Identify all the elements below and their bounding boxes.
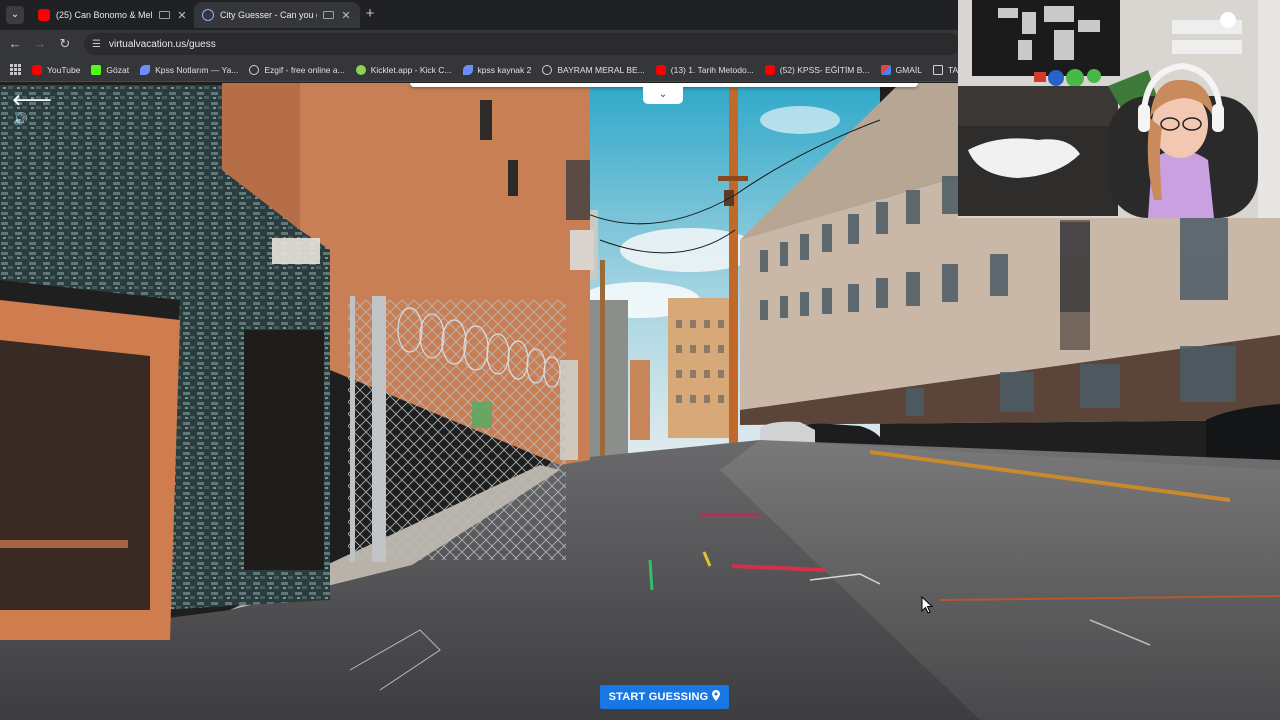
tab-youtube-video[interactable]: (25) Can Bonomo & Melike ✕ bbox=[30, 2, 196, 28]
bookmark-label: Kpss Notlarım — Ya... bbox=[155, 64, 239, 75]
bookmark-label: BAYRAM MERAL BE... bbox=[557, 64, 645, 75]
globe-icon bbox=[249, 64, 260, 75]
bookmark-kpss-kaynak[interactable]: kpss kaynak 2 bbox=[462, 64, 532, 75]
close-tab-icon[interactable]: ✕ bbox=[340, 9, 352, 22]
apps-grid-icon[interactable] bbox=[10, 64, 21, 75]
bookmark-kpss-notlarim[interactable]: Kpss Notlarım — Ya... bbox=[140, 64, 239, 75]
bookmark-label: GMAİL bbox=[895, 64, 922, 75]
bookmark-kpss-egitim[interactable]: (52) KPSS- EĞİTİM B... bbox=[764, 64, 870, 75]
map-pin-icon bbox=[712, 690, 721, 704]
webcam-feed-image bbox=[958, 0, 1280, 218]
kick-icon bbox=[91, 64, 102, 75]
tab-search-chevron-icon[interactable]: ⌄ bbox=[6, 6, 24, 24]
folder-icon bbox=[932, 64, 943, 75]
forward-arrow-icon[interactable]: → bbox=[32, 36, 48, 52]
picture-in-picture-icon bbox=[323, 11, 334, 19]
youtube-icon bbox=[764, 64, 775, 75]
bookmark-label: YouTube bbox=[47, 64, 81, 75]
globe-icon bbox=[542, 64, 553, 75]
picture-in-picture-icon bbox=[159, 11, 170, 19]
tab-title: (25) Can Bonomo & Melike bbox=[56, 10, 153, 20]
close-tab-icon[interactable]: ✕ bbox=[176, 9, 188, 22]
kicklet-icon bbox=[355, 64, 366, 75]
bookmark-tarih-metodo[interactable]: (13) 1. Tarih Metodo... bbox=[655, 64, 754, 75]
bookmark-gmail[interactable]: GMAİL bbox=[880, 64, 922, 75]
address-bar[interactable]: ☰ virtualvacation.us/guess bbox=[84, 33, 960, 55]
tab-city-guesser[interactable]: City Guesser - Can you gue ✕ bbox=[194, 2, 360, 28]
bookmark-bayram-meral[interactable]: BAYRAM MERAL BE... bbox=[542, 64, 645, 75]
expand-panel-chevron-icon[interactable]: ⌄ bbox=[643, 86, 683, 104]
bookmark-label: Gözat bbox=[106, 64, 130, 75]
speaker-icon[interactable]: 🔊 bbox=[13, 112, 28, 126]
feather-icon bbox=[462, 64, 473, 75]
youtube-favicon-icon bbox=[38, 9, 50, 21]
back-arrow-icon[interactable]: ← bbox=[7, 36, 23, 52]
bookmark-gozat[interactable]: Gözat bbox=[91, 64, 130, 75]
youtube-icon bbox=[655, 64, 666, 75]
gmail-icon bbox=[880, 64, 891, 75]
globe-favicon-icon bbox=[202, 9, 214, 21]
address-url[interactable]: virtualvacation.us/guess bbox=[109, 39, 216, 50]
bookmark-kicklet[interactable]: Kicklet.app - Kick C... bbox=[355, 64, 452, 75]
screen: ⌄ (25) Can Bonomo & Melike ✕ City Guesse… bbox=[0, 0, 1280, 720]
bookmark-label: Ezgif - free online a... bbox=[264, 64, 345, 75]
bookmark-label: Kicklet.app - Kick C... bbox=[370, 64, 452, 75]
bookmark-label: (13) 1. Tarih Metodo... bbox=[670, 64, 754, 75]
feather-icon bbox=[140, 64, 151, 75]
new-tab-plus-icon[interactable]: + bbox=[362, 6, 378, 22]
back-arrow-icon[interactable]: 🡐 bbox=[12, 90, 52, 109]
bookmark-ezgif[interactable]: Ezgif - free online a... bbox=[249, 64, 345, 75]
start-guessing-label: START GUESSING bbox=[608, 691, 709, 703]
streamer-webcam bbox=[958, 0, 1280, 218]
reload-icon[interactable]: ↻ bbox=[57, 36, 73, 52]
tab-title: City Guesser - Can you gue bbox=[220, 10, 317, 20]
site-info-icon[interactable]: ☰ bbox=[92, 39, 101, 50]
bookmark-youtube[interactable]: YouTube bbox=[32, 64, 81, 75]
mouse-cursor-icon bbox=[921, 596, 933, 614]
youtube-icon bbox=[32, 64, 42, 75]
bookmark-label: kpss kaynak 2 bbox=[477, 64, 532, 75]
start-guessing-button[interactable]: START GUESSING bbox=[600, 685, 729, 709]
bookmark-label: (52) KPSS- EĞİTİM B... bbox=[779, 64, 870, 75]
